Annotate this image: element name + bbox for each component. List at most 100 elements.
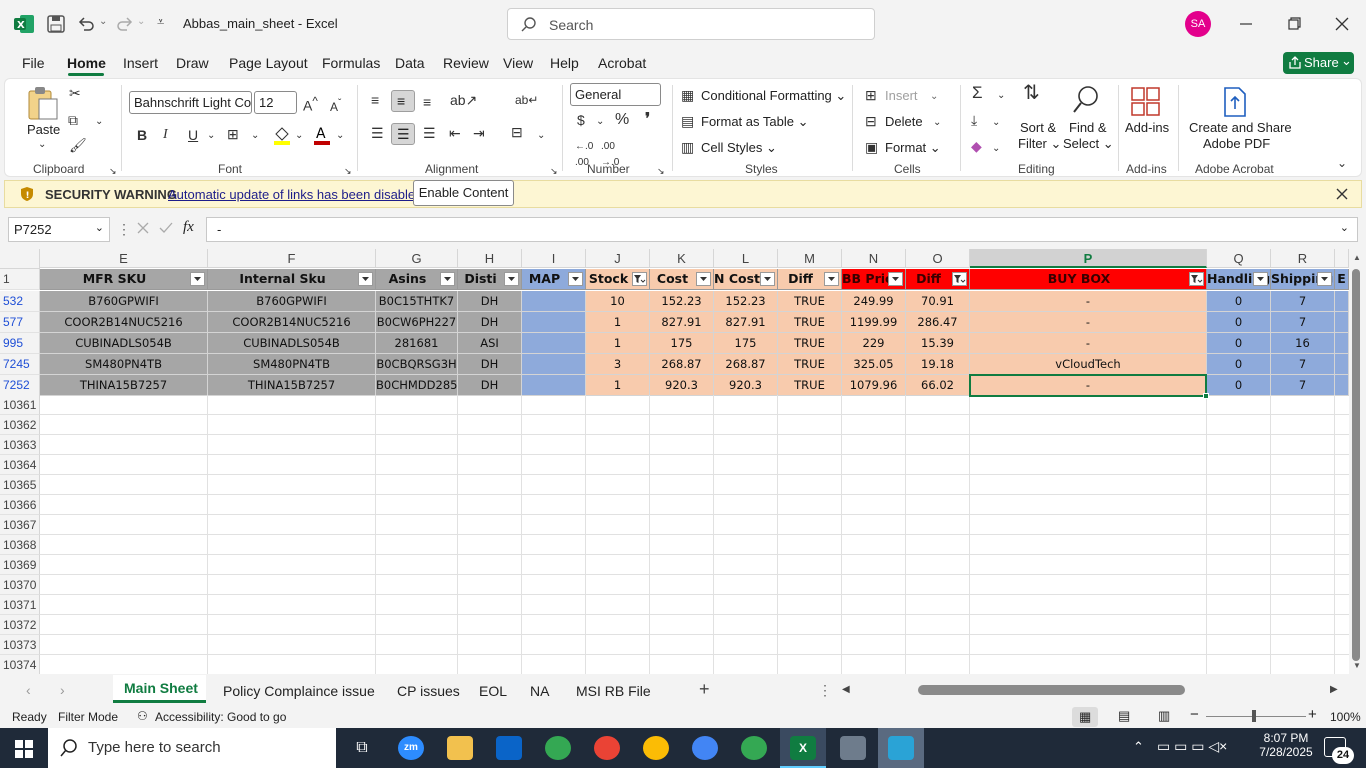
- column-header-next[interactable]: [1335, 249, 1349, 268]
- find-select-button[interactable]: Select ⌄: [1063, 136, 1114, 152]
- confirm-entry-icon[interactable]: [158, 220, 174, 236]
- column-header-n[interactable]: N: [842, 249, 906, 268]
- column-header-q[interactable]: Q: [1207, 249, 1271, 268]
- table-cell[interactable]: 19.18: [906, 354, 970, 375]
- prev-sheet-icon[interactable]: ‹: [26, 682, 31, 698]
- chrome-icon-1[interactable]: [545, 736, 571, 760]
- table-cell[interactable]: ASI: [458, 333, 522, 354]
- filter-active-icon[interactable]: [632, 272, 647, 286]
- table-cell[interactable]: 827.91: [650, 312, 714, 333]
- delete-cells-button[interactable]: Delete: [885, 114, 923, 129]
- save-icon[interactable]: [46, 14, 66, 34]
- sheet-tab-policy-complaince-issue[interactable]: Policy Complaince issue: [223, 683, 375, 699]
- table-cell[interactable]: -: [970, 333, 1207, 354]
- conditional-formatting-button[interactable]: Conditional Formatting ⌄: [701, 88, 846, 104]
- filter-dropdown-icon[interactable]: [1317, 272, 1332, 286]
- table-cell[interactable]: 281681: [376, 333, 458, 354]
- insert-cells-icon[interactable]: ⊞: [865, 87, 877, 103]
- table-header-cell[interactable]: Diff: [906, 269, 970, 290]
- table-cell[interactable]: -: [970, 312, 1207, 333]
- column-header-o[interactable]: O: [906, 249, 970, 268]
- scroll-right-icon[interactable]: ▶: [1330, 684, 1338, 695]
- conditional-formatting-icon[interactable]: ▦: [681, 87, 694, 103]
- table-cell[interactable]: B760GPWIFI: [208, 291, 376, 312]
- table-cell[interactable]: 920.3: [714, 375, 778, 396]
- table-header-cell[interactable]: MFR SKU: [40, 269, 208, 290]
- cell-styles-button[interactable]: Cell Styles ⌄: [701, 140, 777, 156]
- page-break-view-icon[interactable]: ▥: [1158, 708, 1170, 724]
- share-button[interactable]: Share ⌄: [1283, 52, 1354, 74]
- tab-draw[interactable]: Draw: [176, 55, 209, 71]
- table-cell[interactable]: -: [970, 291, 1207, 312]
- row-header[interactable]: 10374: [0, 655, 40, 674]
- redo-dropdown-icon[interactable]: ⌄: [137, 16, 145, 27]
- create-pdf-label-1[interactable]: Create and Share: [1189, 120, 1292, 135]
- align-middle-icon[interactable]: ≡: [391, 90, 415, 112]
- find-select-label-1[interactable]: Find &: [1069, 120, 1107, 135]
- filter-dropdown-icon[interactable]: [440, 272, 455, 286]
- undo-dropdown-icon[interactable]: ⌄: [99, 16, 107, 27]
- table-cell[interactable]: 7: [1271, 375, 1335, 396]
- align-top-icon[interactable]: ≡: [371, 92, 379, 108]
- row-header[interactable]: 1: [0, 269, 40, 290]
- spreadsheet-grid[interactable]: EFGHIJKLMNOPQR 1 532 577 995 7245 7252 10361 10…: [0, 249, 1349, 674]
- chrome-icon-3[interactable]: [643, 736, 669, 760]
- number-format-combo[interactable]: General: [570, 83, 661, 106]
- table-cell[interactable]: 66.02: [906, 375, 970, 396]
- paste-icon[interactable]: [27, 85, 59, 121]
- vertical-scrollbar[interactable]: ▲ ▼: [1349, 249, 1366, 674]
- zoom-slider-thumb[interactable]: [1252, 710, 1256, 722]
- tab-home[interactable]: Home: [67, 55, 106, 71]
- zoom-in-icon[interactable]: +: [1308, 706, 1317, 723]
- tab-options-icon[interactable]: ⋮: [818, 682, 832, 699]
- autosum-icon[interactable]: Σ: [972, 84, 983, 101]
- table-header-cell[interactable]: Cost: [650, 269, 714, 290]
- table-cell[interactable]: 286.47: [906, 312, 970, 333]
- table-cell[interactable]: 325.05: [842, 354, 906, 375]
- row-header[interactable]: 577: [0, 312, 40, 333]
- filter-dropdown-icon[interactable]: [190, 272, 205, 286]
- table-cell[interactable]: TRUE: [778, 333, 842, 354]
- share-dropdown-icon[interactable]: ⌄: [1341, 53, 1352, 69]
- table-header-cell[interactable]: Asins: [376, 269, 458, 290]
- delete-cells-icon[interactable]: ⊟: [865, 113, 877, 129]
- zoom-level[interactable]: 100%: [1330, 710, 1361, 724]
- table-cell[interactable]: vCloudTech: [970, 354, 1207, 375]
- formula-input[interactable]: - ⌄: [206, 217, 1358, 242]
- paste-dropdown-icon[interactable]: ⌄: [38, 137, 46, 153]
- table-cell[interactable]: 1079.96: [842, 375, 906, 396]
- table-cell[interactable]: SM480PN4TB: [208, 354, 376, 375]
- sort-filter-label-1[interactable]: Sort &: [1020, 120, 1056, 135]
- table-cell[interactable]: 229: [842, 333, 906, 354]
- table-cell[interactable]: [522, 354, 586, 375]
- table-cell[interactable]: 0: [1207, 333, 1271, 354]
- column-header-r[interactable]: R: [1271, 249, 1335, 268]
- table-cell[interactable]: 152.23: [650, 291, 714, 312]
- table-cell[interactable]: [522, 375, 586, 396]
- table-cell[interactable]: 16: [1271, 333, 1335, 354]
- orientation-icon[interactable]: ab↗: [450, 92, 477, 108]
- zoom-slider[interactable]: [1206, 716, 1306, 717]
- table-cell[interactable]: 1: [586, 333, 650, 354]
- row-header[interactable]: 10366: [0, 495, 40, 515]
- table-cell[interactable]: 152.23: [714, 291, 778, 312]
- sheet-tab-cp-issues[interactable]: CP issues: [397, 683, 460, 699]
- table-cell[interactable]: CUBINADLS054B: [208, 333, 376, 354]
- table-cell[interactable]: SM480PN4TB: [40, 354, 208, 375]
- column-header-f[interactable]: F: [208, 249, 376, 268]
- tab-file[interactable]: File: [22, 55, 45, 71]
- scroll-left-icon[interactable]: ◀: [842, 684, 850, 695]
- cut-icon[interactable]: ✂: [69, 85, 81, 101]
- tab-review[interactable]: Review: [443, 55, 489, 71]
- table-cell[interactable]: B0CBQRSG3H: [376, 354, 458, 375]
- row-header[interactable]: 995: [0, 333, 40, 354]
- format-as-table-button[interactable]: Format as Table ⌄: [701, 114, 808, 130]
- filter-dropdown-icon[interactable]: [760, 272, 775, 286]
- alignment-launcher-icon[interactable]: ↘: [550, 163, 558, 179]
- table-cell[interactable]: TRUE: [778, 354, 842, 375]
- table-cell[interactable]: 1: [586, 312, 650, 333]
- name-box[interactable]: P7252 ⌄: [8, 217, 110, 242]
- font-color-dropdown-icon[interactable]: ⌄: [336, 128, 344, 144]
- table-cell[interactable]: TRUE: [778, 312, 842, 333]
- tab-data[interactable]: Data: [395, 55, 425, 71]
